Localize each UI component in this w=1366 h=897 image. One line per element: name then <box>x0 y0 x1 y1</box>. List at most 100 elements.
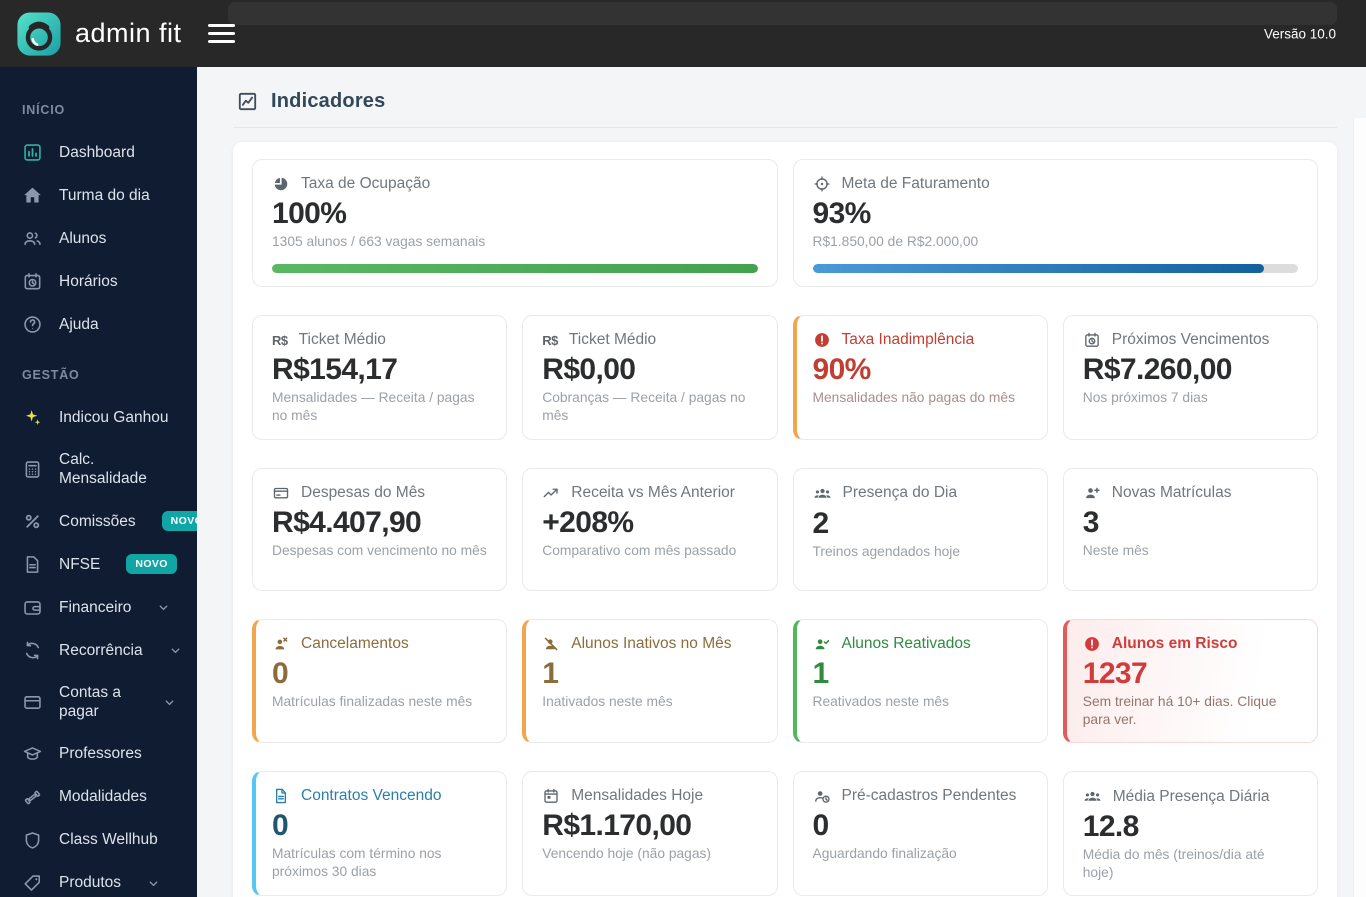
card-title-row: Presença do Dia <box>813 484 1028 503</box>
sidebar-item-label: Contas a pagar <box>59 683 122 721</box>
groups-icon <box>1083 787 1102 806</box>
person-check-icon <box>813 635 831 653</box>
calculator-icon <box>22 459 43 480</box>
card-title-row: Mensalidades Hoje <box>542 787 757 805</box>
card-subtitle: Vencendo hoje (não pagas) <box>542 846 712 862</box>
card-title: Mensalidades Hoje <box>571 787 704 805</box>
indicators-grid: Taxa de Ocupação 100% 1305 alunos / 663 va… <box>252 159 1318 897</box>
card-value: 1 <box>812 656 830 690</box>
novo-badge: NOVO <box>161 511 197 532</box>
card-subtitle: Reativados neste mês <box>812 693 950 709</box>
card-title: Presença do Dia <box>842 484 958 502</box>
vertical-scrollbar[interactable] <box>1353 118 1366 897</box>
card-title-row: Cancelamentos <box>272 635 487 653</box>
dashboard-icon <box>22 142 43 163</box>
progress-bar <box>272 264 758 274</box>
card-value: 2 <box>812 506 830 540</box>
sidebar-item-contas-a-pagar[interactable]: Contas a pagar <box>0 672 197 733</box>
chevron-down-icon <box>157 601 170 614</box>
refresh-icon <box>22 640 43 661</box>
trending-up-icon <box>542 484 560 502</box>
card-title-row: Contratos Vencendo <box>272 787 487 805</box>
calendar-clock-icon <box>1083 331 1101 349</box>
card-subtitle: Despesas com vencimento no mês <box>272 542 487 558</box>
novo-badge: NOVO <box>126 554 177 575</box>
person-off-icon <box>542 635 560 653</box>
card-presenca-dia: Presença do Dia 2 Treinos agendados hoje <box>792 467 1048 591</box>
sidebar-item-nfse[interactable]: NFSE NOVO <box>0 543 197 586</box>
expense-card-icon <box>272 484 290 502</box>
card-value: R$154,17 <box>272 353 398 387</box>
card-title-row: Novas Matrículas <box>1083 484 1298 502</box>
sidebar-item-produtos[interactable]: Produtos <box>0 862 197 897</box>
person-add-icon <box>1083 484 1101 502</box>
sidebar-item-indicou-ganhou[interactable]: Indicou Ganhou <box>0 396 197 439</box>
chevron-down-icon <box>163 696 176 709</box>
card-alunos-em-risco[interactable]: Alunos em Risco 1237 Sem treinar há 10+ di… <box>1062 618 1318 744</box>
card-value: R$4.407,90 <box>272 505 422 539</box>
card-title: Novas Matrículas <box>1111 483 1232 501</box>
app-logo[interactable]: admin fit <box>16 11 182 57</box>
card-subtitle: Mensalidades — Receita / pagas no mês <box>272 390 475 424</box>
card-subtitle: Sem treinar há 10+ dias. Clique para ver… <box>1082 693 1277 727</box>
card-value: 90% <box>812 353 872 387</box>
sidebar-item-modalidades[interactable]: Modalidades <box>0 776 197 819</box>
card-title: Taxa de Ocupação <box>301 175 431 192</box>
card-subtitle: Nos próximos 7 dias <box>1082 390 1208 406</box>
sidebar-item-dashboard[interactable]: Dashboard <box>0 131 197 174</box>
sidebar-item-professores[interactable]: Professores <box>0 733 197 776</box>
card-title: Contratos Vencendo <box>301 787 442 805</box>
indicators-panel: Taxa de Ocupação 100% 1305 alunos / 663 va… <box>233 142 1337 897</box>
sidebar-item-ajuda[interactable]: Ajuda <box>0 303 197 346</box>
sidebar-item-label: Recorrência <box>59 641 143 659</box>
sidebar-item-calc-mensalidade[interactable]: Calc. Mensalidade <box>0 439 197 500</box>
sidebar-item-turma-do-dia[interactable]: Turma do dia <box>0 174 197 217</box>
card-value: 100% <box>272 197 347 230</box>
card-title-row: Próximos Vencimentos <box>1083 331 1298 349</box>
sidebar-item-alunos[interactable]: Alunos <box>0 217 197 260</box>
card-value: 0 <box>272 656 289 690</box>
sidebar-item-label: Indicou Ganhou <box>59 408 169 426</box>
card-proximos-vencimentos: Próximos Vencimentos R$7.260,00 Nos próxim… <box>1062 315 1318 440</box>
version-label: Versão 10.0 <box>1263 26 1336 41</box>
pie-chart-icon <box>272 175 290 193</box>
sidebar-item-label: Class Wellhub <box>59 831 158 849</box>
card-title: Meta de Faturamento <box>841 175 990 192</box>
sidebar-item-financeiro[interactable]: Financeiro <box>0 586 197 629</box>
card-receita-vs-anterior: Receita vs Mês Anterior +208% Comparativo … <box>522 467 778 591</box>
card-subtitle: Mensalidades não pagas do mês <box>812 390 1016 406</box>
sidebar-item-label: Comissões <box>59 512 136 530</box>
card-subtitle: Treinos agendados hoje <box>812 543 961 559</box>
card-subtitle: 1305 alunos / 663 vagas semanais <box>272 234 486 249</box>
sidebar-section-label: GESTÃO <box>22 368 80 382</box>
percent-icon <box>22 511 43 532</box>
graduation-cap-icon <box>22 744 43 765</box>
card-value: 93% <box>812 197 872 230</box>
menu-toggle-button[interactable] <box>207 23 235 44</box>
header-divider <box>233 127 1337 128</box>
alert-icon <box>1083 635 1101 653</box>
card-taxa-inadimplencia: Taxa Inadimplência 90% Mensalidades não pa… <box>792 315 1048 440</box>
sidebar-item-recorrencia[interactable]: Recorrência <box>0 629 197 672</box>
currency-icon: R$ <box>542 332 558 348</box>
progress-bar <box>812 264 1298 274</box>
card-title-row: Média Presença Diária <box>1083 787 1298 806</box>
card-title-row: Alunos Inativos no Mês <box>542 635 757 653</box>
card-subtitle: Neste mês <box>1082 542 1149 558</box>
card-alunos-reativados: Alunos Reativados 1 Reativados neste mês <box>792 618 1048 744</box>
target-icon <box>813 175 831 193</box>
card-title-row: R$ Ticket Médio <box>272 331 487 349</box>
card-meta-faturamento: Meta de Faturamento 93% R$1.850,00 de R$2.… <box>792 159 1318 288</box>
sidebar-item-label: Horários <box>59 272 118 290</box>
card-subtitle: Cobranças — Receita / pagas no mês <box>542 390 746 424</box>
calendar-clock-icon <box>22 271 43 292</box>
card-title: Ticket Médio <box>568 331 657 349</box>
sidebar-item-class-wellhub[interactable]: Class Wellhub <box>0 819 197 862</box>
chevron-down-icon <box>169 644 182 657</box>
card-title-row: Alunos em Risco <box>1083 635 1298 653</box>
currency-icon: R$ <box>272 332 288 348</box>
sidebar-item-comissoes[interactable]: Comissões NOVO <box>0 500 197 543</box>
sidebar-item-horarios[interactable]: Horários <box>0 260 197 303</box>
chevron-down-icon <box>147 877 160 890</box>
card-title-row: Taxa de Ocupação <box>272 175 758 193</box>
